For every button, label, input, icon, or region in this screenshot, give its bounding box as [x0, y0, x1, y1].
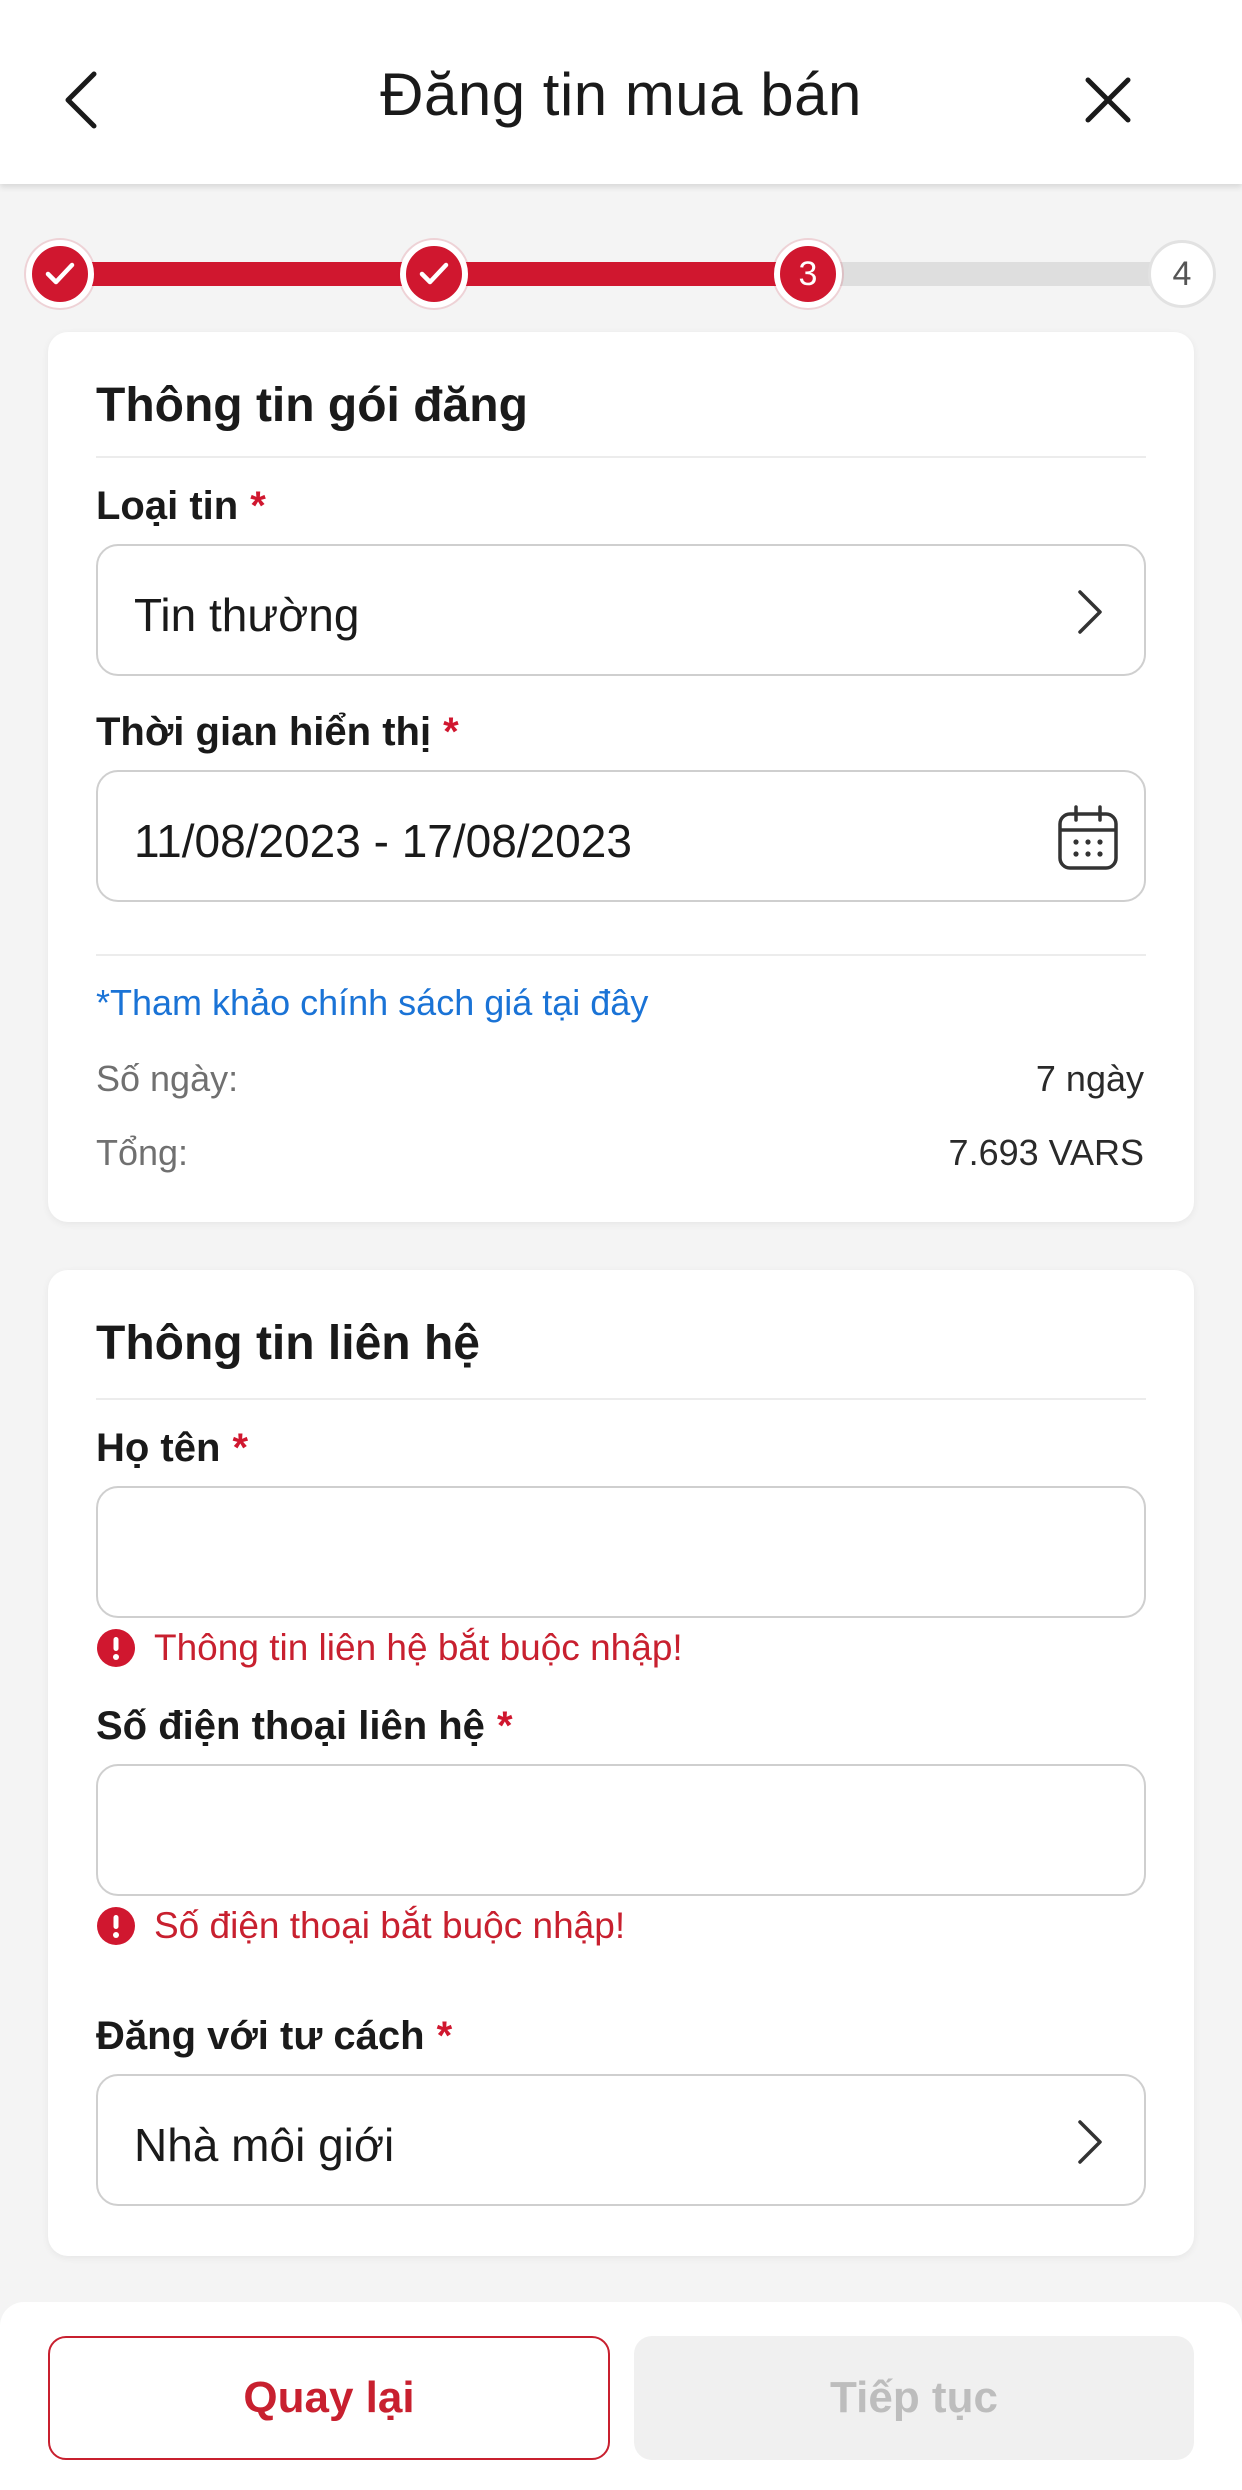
phone-input[interactable] [96, 1764, 1146, 1896]
step-3-current: 3 [774, 240, 842, 308]
step-1-completed [26, 240, 94, 308]
required-mark: * [496, 1704, 513, 1748]
phone-label-text: Số điện thoại liên hệ [96, 1704, 485, 1748]
contact-info-card: Thông tin liên hệ Họ tên * Thông tin liên… [48, 1270, 1194, 2256]
required-mark: * [436, 2014, 453, 2058]
bottom-action-bar: Quay lại Tiếp tục [0, 2302, 1242, 2490]
close-icon [1085, 77, 1131, 123]
days-value: 7 ngày [1035, 1058, 1144, 1099]
days-label: Số ngày: [96, 1058, 239, 1099]
phone-label: Số điện thoại liên hệ * [96, 1704, 513, 1749]
role-label: Đăng với tư cách * [96, 2014, 452, 2059]
progress-stepper: 3 4 [0, 240, 1242, 310]
name-error: Thông tin liên hệ bắt buộc nhập! [96, 1626, 683, 1670]
name-input[interactable] [96, 1486, 1146, 1618]
step-4-upcoming: 4 [1148, 240, 1216, 308]
price-policy-link[interactable]: *Tham khảo chính sách giá tại đây [96, 982, 648, 1024]
calendar-icon [1058, 805, 1118, 870]
chevron-right-icon [1078, 590, 1102, 634]
role-label-text: Đăng với tư cách [96, 2014, 425, 2058]
name-label-text: Họ tên [96, 1426, 221, 1470]
display-time-label: Thời gian hiển thị * [96, 710, 459, 755]
name-label: Họ tên * [96, 1426, 248, 1471]
error-icon [97, 1629, 135, 1667]
divider [96, 1398, 1146, 1400]
close-button[interactable] [1080, 72, 1136, 128]
listing-type-label: Loại tin * [96, 484, 266, 529]
total-value: 7.693 VARS [948, 1132, 1144, 1173]
listing-type-value: Tin thường [134, 589, 360, 641]
phone-error: Số điện thoại bắt buộc nhập! [96, 1904, 625, 1948]
package-info-title: Thông tin gói đăng [96, 379, 528, 432]
stepper-track-remaining [808, 262, 1182, 286]
display-time-label-text: Thời gian hiển thị [96, 710, 432, 754]
error-icon [97, 1907, 135, 1945]
check-icon [45, 262, 75, 285]
display-time-date-range[interactable]: 11/08/2023 - 17/08/2023 [96, 770, 1146, 902]
divider [96, 954, 1146, 956]
check-icon [419, 262, 449, 285]
page-title: Đăng tin mua bán [380, 61, 862, 128]
required-mark: * [232, 1426, 249, 1470]
chevron-right-icon [1078, 2120, 1102, 2164]
divider [96, 456, 1146, 458]
package-info-card: Thông tin gói đăng Loại tin * Tin thường … [48, 332, 1194, 1222]
back-step-button[interactable]: Quay lại [48, 2336, 610, 2460]
listing-type-label-text: Loại tin [96, 484, 239, 528]
contact-info-title: Thông tin liên hệ [96, 1317, 480, 1370]
name-error-text: Thông tin liên hệ bắt buộc nhập! [154, 1627, 683, 1668]
continue-button[interactable]: Tiếp tục [634, 2336, 1194, 2460]
required-mark: * [250, 484, 266, 528]
role-select[interactable]: Nhà môi giới [96, 2074, 1146, 2206]
app-header: Đăng tin mua bán [0, 0, 1242, 184]
required-mark: * [443, 710, 459, 754]
phone-error-text: Số điện thoại bắt buộc nhập! [154, 1905, 626, 1946]
total-label: Tổng: [96, 1132, 189, 1173]
step-2-completed [400, 240, 468, 308]
role-value: Nhà môi giới [134, 2119, 395, 2171]
display-time-value: 11/08/2023 - 17/08/2023 [134, 815, 632, 867]
listing-type-select[interactable]: Tin thường [96, 544, 1146, 676]
